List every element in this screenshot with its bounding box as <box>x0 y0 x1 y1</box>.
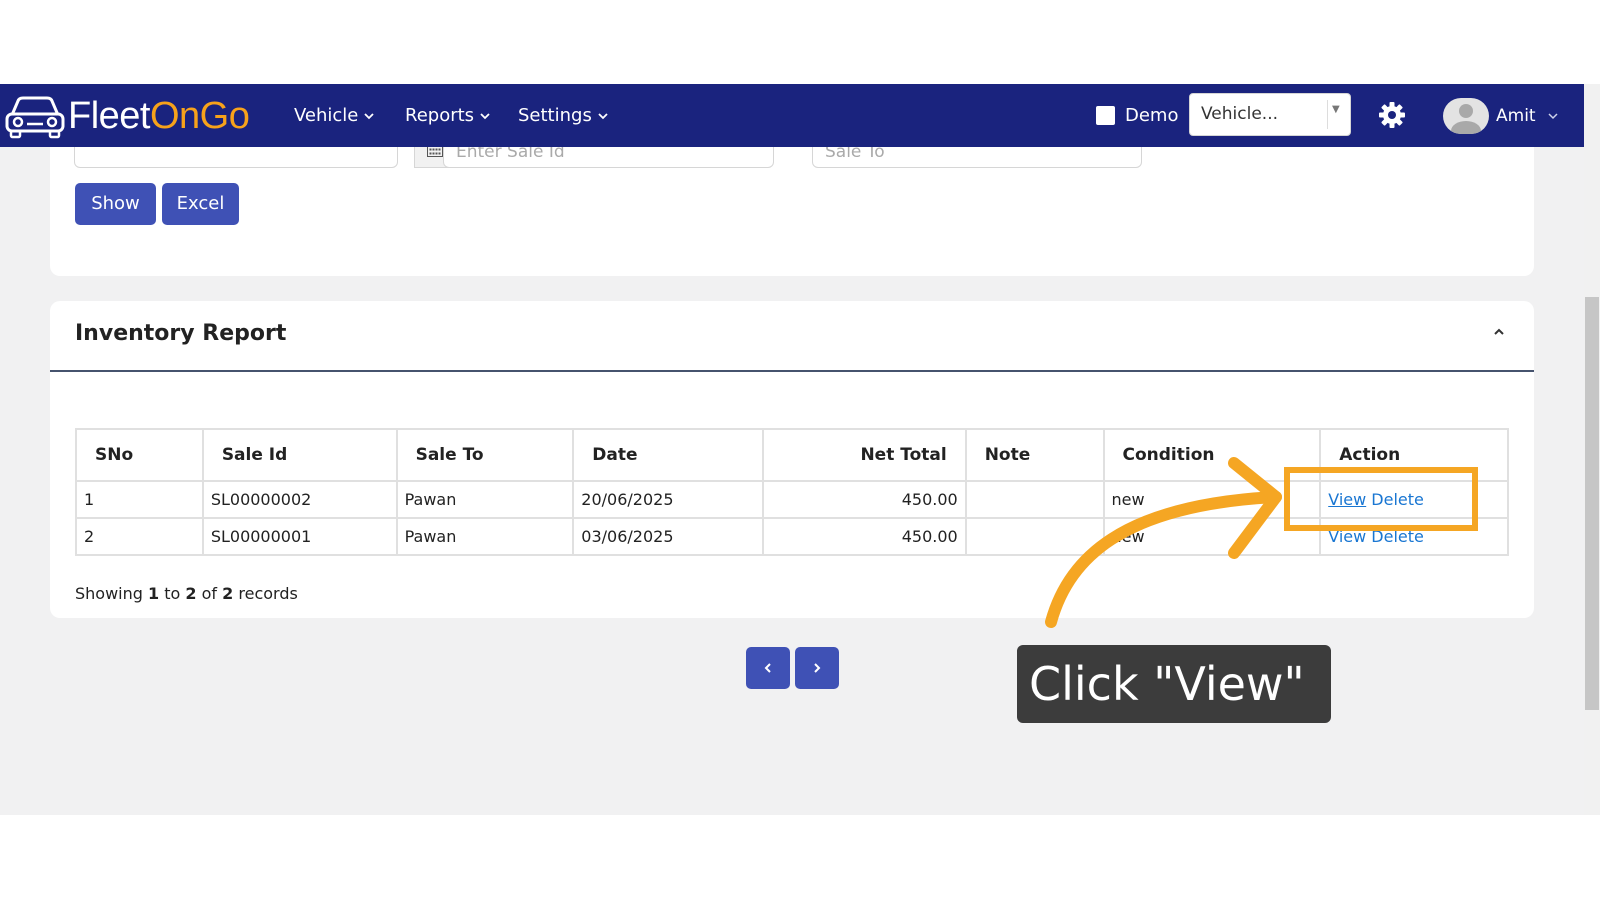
column-header-net-total[interactable]: Net Total <box>762 428 967 482</box>
cell-note <box>964 517 1105 556</box>
top-navbar: FleetOnGo Vehicle Reports Settings Demo … <box>0 84 1584 147</box>
column-header-action: Action <box>1319 428 1509 482</box>
cell-sno: 1 <box>75 480 204 519</box>
chevron-left-icon <box>764 663 771 673</box>
select-divider <box>1327 100 1328 129</box>
cell-date: 20/06/2025 <box>572 480 765 519</box>
table-header-row: SNo Sale Id Sale To Date Net Total Note … <box>75 428 1509 482</box>
cell-action: View Delete <box>1319 480 1509 519</box>
app-viewport: Enter Sale Id Sale To Show Excel Invento… <box>0 84 1600 815</box>
nav-settings-menu[interactable]: Settings <box>518 84 608 147</box>
user-name: Amit <box>1496 106 1536 126</box>
view-link[interactable]: View <box>1328 527 1366 546</box>
chevron-down-icon <box>364 112 375 119</box>
chevron-down-icon <box>598 112 608 119</box>
cell-condition: new <box>1102 480 1322 519</box>
cell-sno: 2 <box>75 517 204 556</box>
scrollbar-thumb[interactable] <box>1585 297 1599 710</box>
column-header-date[interactable]: Date <box>572 428 765 482</box>
column-header-note[interactable]: Note <box>964 428 1105 482</box>
inventory-table: SNo Sale Id Sale To Date Net Total Note … <box>75 428 1509 556</box>
cell-condition: new <box>1102 517 1322 556</box>
excel-button[interactable]: Excel <box>162 183 239 225</box>
column-header-sno[interactable]: SNo <box>75 428 204 482</box>
view-link[interactable]: View <box>1328 490 1366 509</box>
cell-net-total: 450.00 <box>762 517 967 556</box>
nav-vehicle-menu[interactable]: Vehicle <box>294 84 375 147</box>
demo-toggle[interactable]: Demo <box>1096 84 1178 147</box>
cell-sale-to: Pawan <box>395 480 575 519</box>
show-button[interactable]: Show <box>75 183 156 225</box>
vehicle-select-value: Vehicle... <box>1201 104 1279 124</box>
cell-date: 03/06/2025 <box>572 517 765 556</box>
report-title: Inventory Report <box>75 321 287 346</box>
cell-note <box>964 480 1105 519</box>
chevron-right-icon <box>814 663 821 673</box>
demo-label: Demo <box>1125 105 1179 126</box>
column-header-condition[interactable]: Condition <box>1102 428 1322 482</box>
previous-page-button[interactable] <box>746 647 790 689</box>
brand-logo[interactable]: FleetOnGo <box>4 93 250 139</box>
nav-reports-menu[interactable]: Reports <box>405 84 490 147</box>
cell-sale-to: Pawan <box>395 517 575 556</box>
next-page-button[interactable] <box>795 647 839 689</box>
car-logo-icon <box>5 96 65 139</box>
cell-net-total: 450.00 <box>762 480 967 519</box>
inventory-report-card: Inventory Report SNo Sale Id Sale To Dat… <box>50 301 1534 618</box>
chevron-down-icon <box>1548 113 1558 120</box>
chevron-down-icon <box>480 112 490 119</box>
user-avatar-icon <box>1443 98 1489 134</box>
dropdown-arrow-icon: ▼ <box>1332 104 1340 115</box>
brand-name: FleetOnGo <box>68 95 250 137</box>
demo-checkbox[interactable] <box>1096 106 1115 125</box>
delete-link[interactable]: Delete <box>1371 527 1424 546</box>
column-header-sale-to[interactable]: Sale To <box>395 428 575 482</box>
header-divider <box>50 370 1534 372</box>
records-summary: Showing 1 to 2 of 2 records <box>75 584 298 603</box>
table-row: 1 SL00000002 Pawan 20/06/2025 450.00 new… <box>75 480 1509 519</box>
delete-link[interactable]: Delete <box>1371 490 1424 509</box>
cell-action: View Delete <box>1319 517 1509 556</box>
screenshot-stage: Enter Sale Id Sale To Show Excel Invento… <box>0 0 1600 900</box>
cell-sale-id: SL00000002 <box>201 480 398 519</box>
cell-sale-id: SL00000001 <box>201 517 398 556</box>
user-menu[interactable]: Amit <box>1443 96 1558 136</box>
table-row: 2 SL00000001 Pawan 03/06/2025 450.00 new… <box>75 517 1509 556</box>
gear-icon[interactable] <box>1378 101 1406 129</box>
vehicle-select[interactable]: Vehicle... ▼ <box>1189 93 1351 136</box>
chevron-up-icon[interactable] <box>1493 326 1505 338</box>
column-header-sale-id[interactable]: Sale Id <box>201 428 398 482</box>
